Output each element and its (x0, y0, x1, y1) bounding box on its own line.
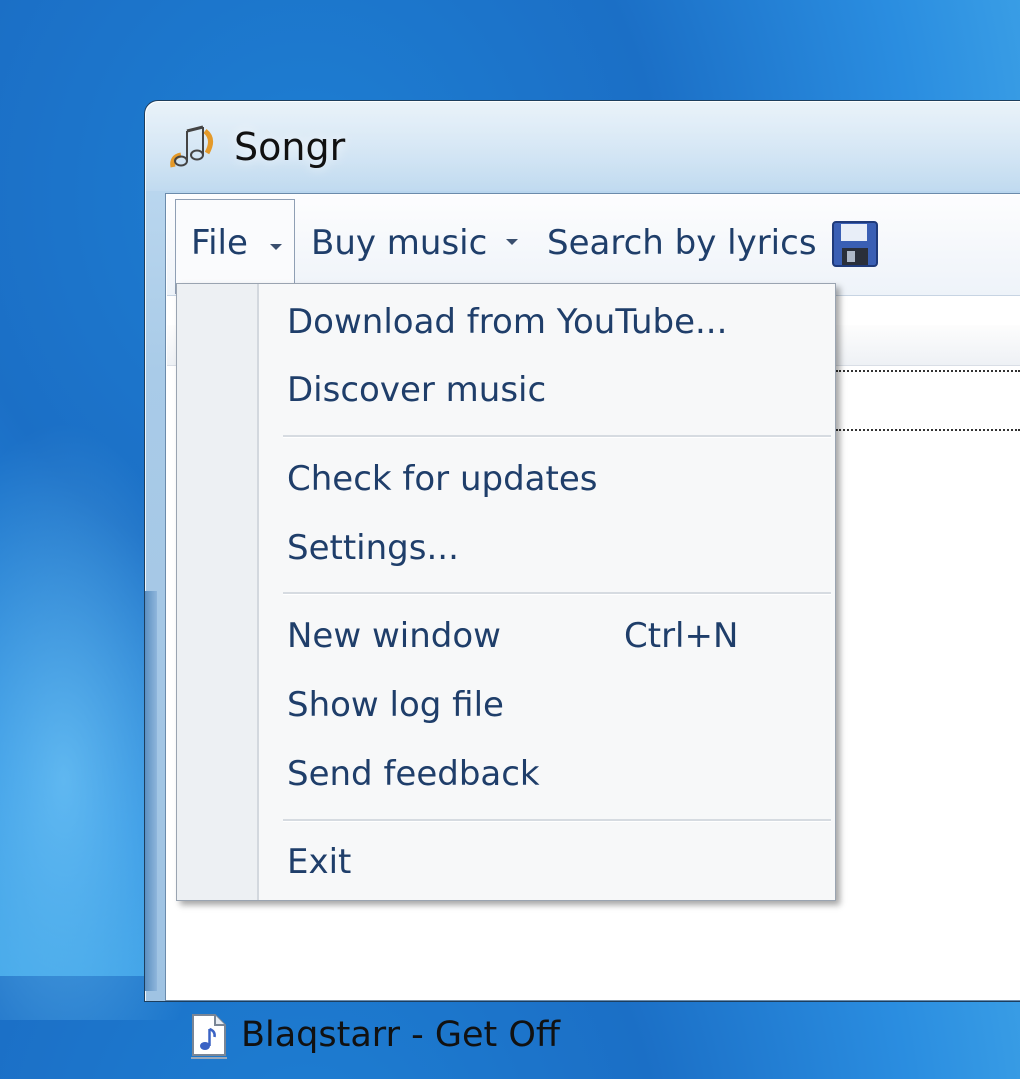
buy-music-button[interactable]: Buy music (303, 195, 533, 295)
menu-icon-gutter (177, 284, 259, 900)
file-dropdown-menu: Download from YouTube... Discover music … (176, 283, 836, 901)
menu-item-new-window[interactable]: New window Ctrl+N (177, 609, 835, 669)
menu-separator (283, 435, 831, 438)
search-by-lyrics-button[interactable]: Search by lyrics (547, 223, 817, 263)
menu-item-settings[interactable]: Settings... (287, 528, 459, 568)
menu-item-shortcut: Ctrl+N (624, 616, 739, 656)
menu-item-check-updates[interactable]: Check for updates (287, 459, 597, 499)
divider (836, 429, 1020, 431)
chevron-down-icon (506, 239, 518, 245)
song-title: Blaqstarr - Get Off (241, 1015, 561, 1055)
menu-item-exit[interactable]: Exit (287, 842, 351, 882)
menu-item-show-log[interactable]: Show log file (287, 685, 504, 725)
menu-separator (283, 592, 831, 595)
chevron-down-icon (270, 244, 282, 250)
music-note-icon (170, 125, 213, 168)
file-menu-label: File (191, 223, 248, 263)
divider (836, 370, 1020, 372)
window-title: Songr (234, 125, 346, 169)
file-menu-button[interactable]: File (175, 199, 295, 294)
menu-item-label: New window (287, 616, 501, 656)
menu-item-discover-music[interactable]: Discover music (287, 370, 546, 410)
toolbar: File Buy music Search by lyrics (167, 195, 1020, 296)
menu-item-send-feedback[interactable]: Send feedback (287, 754, 540, 794)
menu-separator (283, 819, 831, 822)
list-item-partial (191, 1057, 227, 1079)
menu-item-download-youtube[interactable]: Download from YouTube... (287, 302, 727, 342)
window-frame-edge (145, 591, 157, 991)
title-bar[interactable]: Songr (145, 101, 1020, 193)
buy-music-label: Buy music (311, 223, 488, 263)
floppy-disk-icon[interactable] (832, 221, 878, 267)
music-file-icon (192, 1014, 226, 1056)
